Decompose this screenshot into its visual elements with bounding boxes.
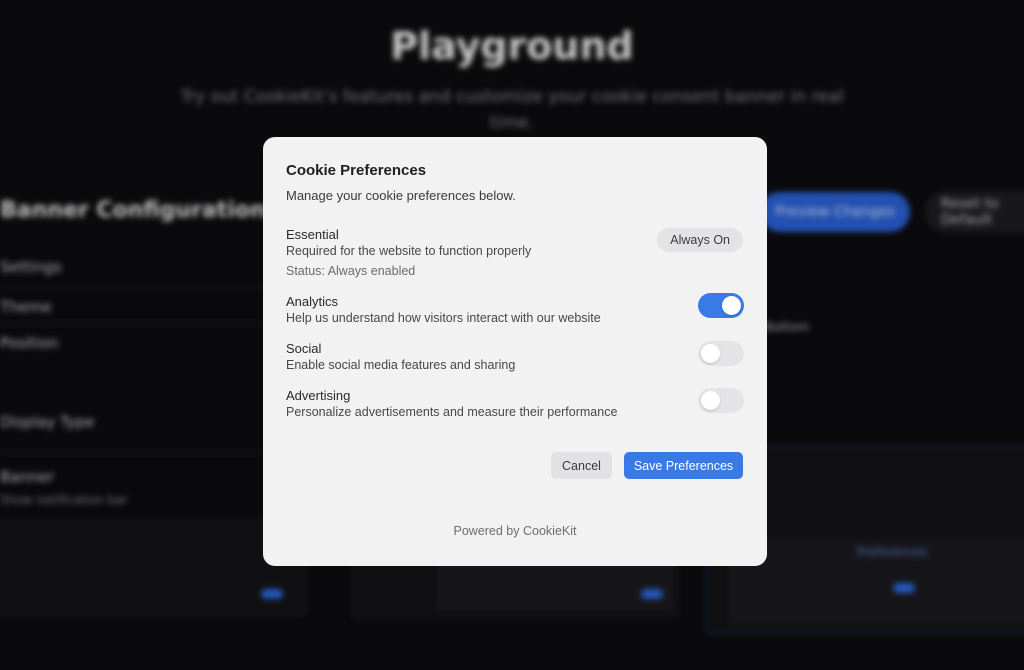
cancel-button[interactable]: Cancel	[551, 452, 612, 479]
cookie-preferences-dialog: Cookie Preferences Manage your cookie pr…	[263, 137, 767, 566]
category-social: Social Enable social media features and …	[286, 341, 746, 373]
category-name: Advertising	[286, 388, 351, 403]
analytics-toggle[interactable]	[698, 293, 744, 318]
powered-by-footer: Powered by CookieKit	[453, 524, 577, 538]
social-toggle[interactable]	[698, 341, 744, 366]
category-status: Status: Always enabled	[286, 264, 416, 278]
category-name: Analytics	[286, 294, 339, 309]
category-advertising: Advertising Personalize advertisements a…	[286, 388, 746, 420]
toggle-knob	[701, 344, 720, 363]
dialog-description: Manage your cookie preferences below.	[286, 188, 516, 203]
category-analytics: Analytics Help us understand how visitor…	[286, 294, 746, 326]
advertising-toggle[interactable]	[698, 388, 744, 413]
toggle-knob	[722, 296, 741, 315]
category-description: Personalize advertisements and measure t…	[286, 405, 618, 419]
save-preferences-button[interactable]: Save Preferences	[624, 452, 743, 479]
category-description: Enable social media features and sharing	[286, 358, 516, 372]
category-name: Social	[286, 341, 322, 356]
toggle-knob	[701, 391, 720, 410]
dialog-title: Cookie Preferences	[286, 162, 427, 179]
category-description: Help us understand how visitors interact…	[286, 311, 601, 325]
always-on-badge: Always On	[657, 228, 743, 252]
